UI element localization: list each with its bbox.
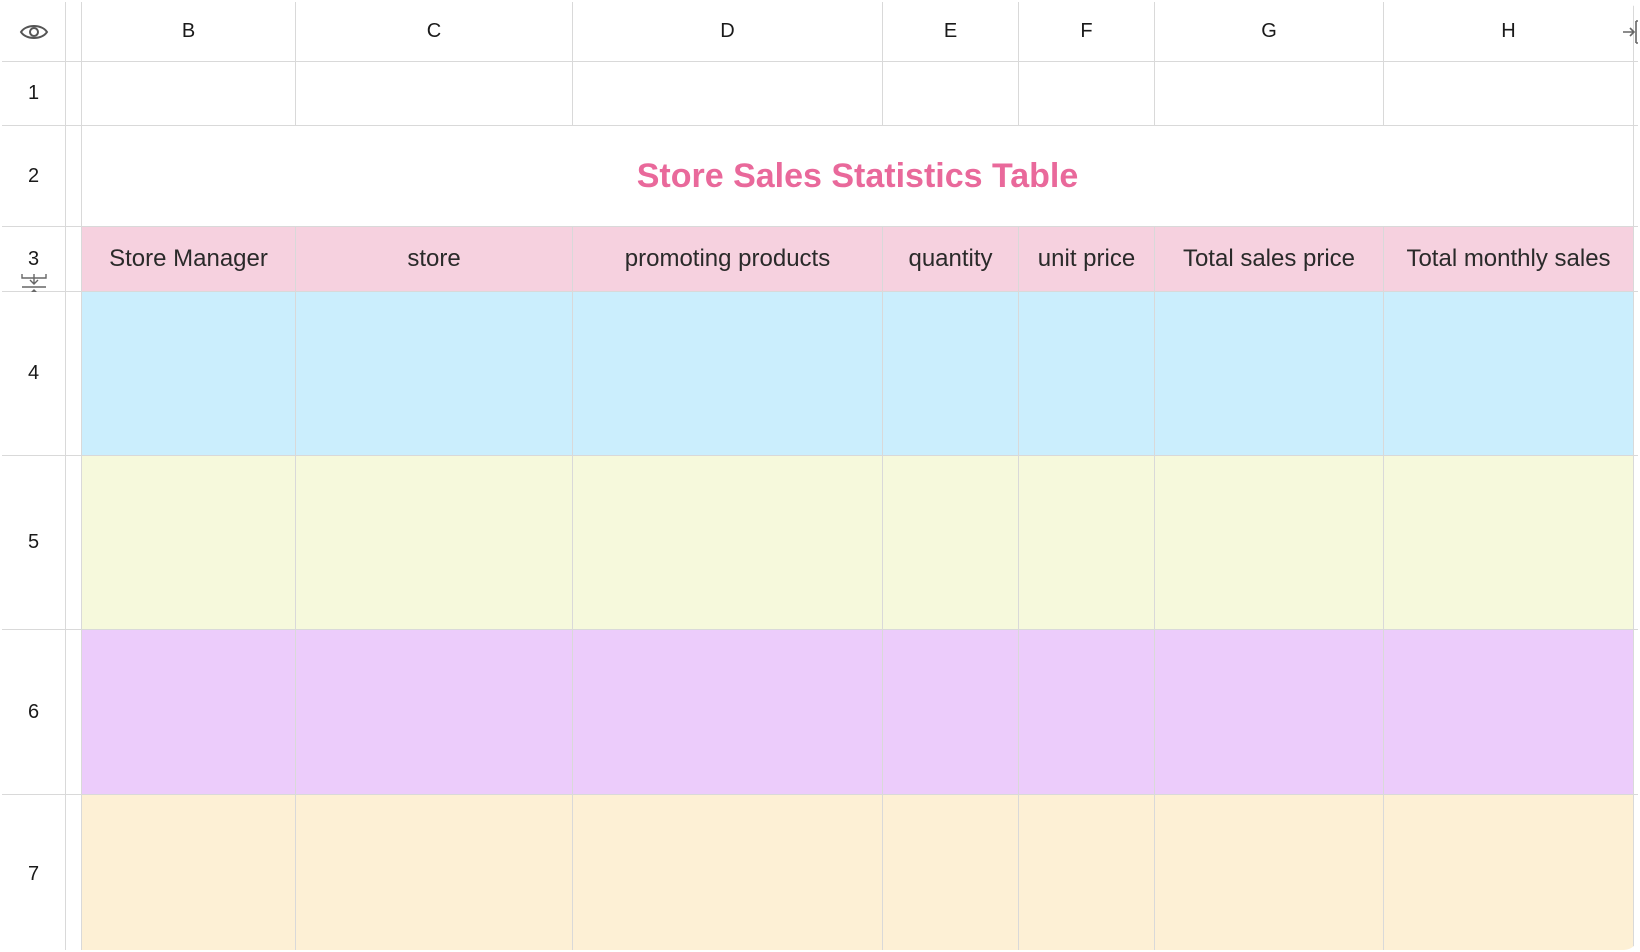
cell-d6[interactable] (573, 630, 883, 795)
cell-b7[interactable] (82, 795, 296, 950)
column-header-e[interactable]: E (883, 2, 1019, 62)
header-store-manager[interactable]: Store Manager (82, 227, 296, 292)
header-total-sales-price[interactable]: Total sales price (1155, 227, 1384, 292)
header-promoting-products[interactable]: promoting products (573, 227, 883, 292)
row-header-7[interactable]: 7 (2, 795, 66, 950)
column-header-edge (1623, 2, 1638, 62)
row-edge (1634, 795, 1638, 950)
row-edge (1634, 630, 1638, 795)
cell-f5[interactable] (1019, 456, 1155, 630)
row-header-1[interactable]: 1 (2, 62, 66, 126)
cell-h4[interactable] (1384, 292, 1634, 456)
cell-h1[interactable] (1384, 62, 1634, 126)
cell-f1[interactable] (1019, 62, 1155, 126)
row-gutter (66, 795, 82, 950)
cell-h6[interactable] (1384, 630, 1634, 795)
row-edge (1634, 126, 1638, 227)
cell-e7[interactable] (883, 795, 1019, 950)
cell-c6[interactable] (296, 630, 573, 795)
cell-c7[interactable] (296, 795, 573, 950)
row-edge (1634, 292, 1638, 456)
cell-e5[interactable] (883, 456, 1019, 630)
cell-f7[interactable] (1019, 795, 1155, 950)
row-gutter (66, 630, 82, 795)
column-header-d[interactable]: D (573, 2, 883, 62)
row-header-5[interactable]: 5 (2, 456, 66, 630)
row-gutter (66, 456, 82, 630)
cell-f6[interactable] (1019, 630, 1155, 795)
row-header-2[interactable]: 2 (2, 126, 66, 227)
cell-g1[interactable] (1155, 62, 1384, 126)
eye-icon (19, 24, 48, 39)
cell-f4[interactable] (1019, 292, 1155, 456)
cell-d4[interactable] (573, 292, 883, 456)
row-header-4[interactable]: 4 (2, 292, 66, 456)
cell-c4[interactable] (296, 292, 573, 456)
cell-b6[interactable] (82, 630, 296, 795)
visibility-toggle[interactable] (2, 2, 66, 62)
row-header-6[interactable]: 6 (2, 630, 66, 795)
row-header-3-label: 3 (27, 247, 40, 270)
spreadsheet: B C D E F G H 1 2 Store Sales Statistics… (2, 2, 1638, 950)
cell-d1[interactable] (573, 62, 883, 126)
cell-g4[interactable] (1155, 292, 1384, 456)
cell-c1[interactable] (296, 62, 573, 126)
column-header-g[interactable]: G (1155, 2, 1384, 62)
header-unit-price[interactable]: unit price (1019, 227, 1155, 292)
cell-g6[interactable] (1155, 630, 1384, 795)
cell-h7[interactable] (1384, 795, 1634, 950)
sheet-title[interactable]: Store Sales Statistics Table (82, 126, 1634, 227)
column-header-h[interactable]: H (1384, 2, 1634, 62)
row-edge (1634, 62, 1638, 126)
row-gutter (66, 62, 82, 126)
cell-g5[interactable] (1155, 456, 1384, 630)
cell-d7[interactable] (573, 795, 883, 950)
freeze-column-icon[interactable] (1622, 18, 1638, 46)
row-header-3[interactable]: 3 (2, 227, 66, 300)
cell-e1[interactable] (883, 62, 1019, 126)
cell-c5[interactable] (296, 456, 573, 630)
cell-h5[interactable] (1384, 456, 1634, 630)
header-total-monthly-sales[interactable]: Total monthly sales (1384, 227, 1634, 292)
cell-e4[interactable] (883, 292, 1019, 456)
cell-g7[interactable] (1155, 795, 1384, 950)
header-gutter (66, 2, 82, 62)
cell-d5[interactable] (573, 456, 883, 630)
cell-e6[interactable] (883, 630, 1019, 795)
header-store[interactable]: store (296, 227, 573, 292)
row-gutter (66, 292, 82, 456)
header-quantity[interactable]: quantity (883, 227, 1019, 292)
column-header-c[interactable]: C (296, 2, 573, 62)
sheet-grid: B C D E F G H 1 2 Store Sales Statistics… (2, 2, 1638, 950)
row-edge (1634, 456, 1638, 630)
row-edge (1634, 227, 1638, 292)
column-header-b[interactable]: B (82, 2, 296, 62)
cell-b4[interactable] (82, 292, 296, 456)
cell-b5[interactable] (82, 456, 296, 630)
column-header-f[interactable]: F (1019, 2, 1155, 62)
row-gutter (66, 227, 82, 292)
row-gutter (66, 126, 82, 227)
cell-b1[interactable] (82, 62, 296, 126)
